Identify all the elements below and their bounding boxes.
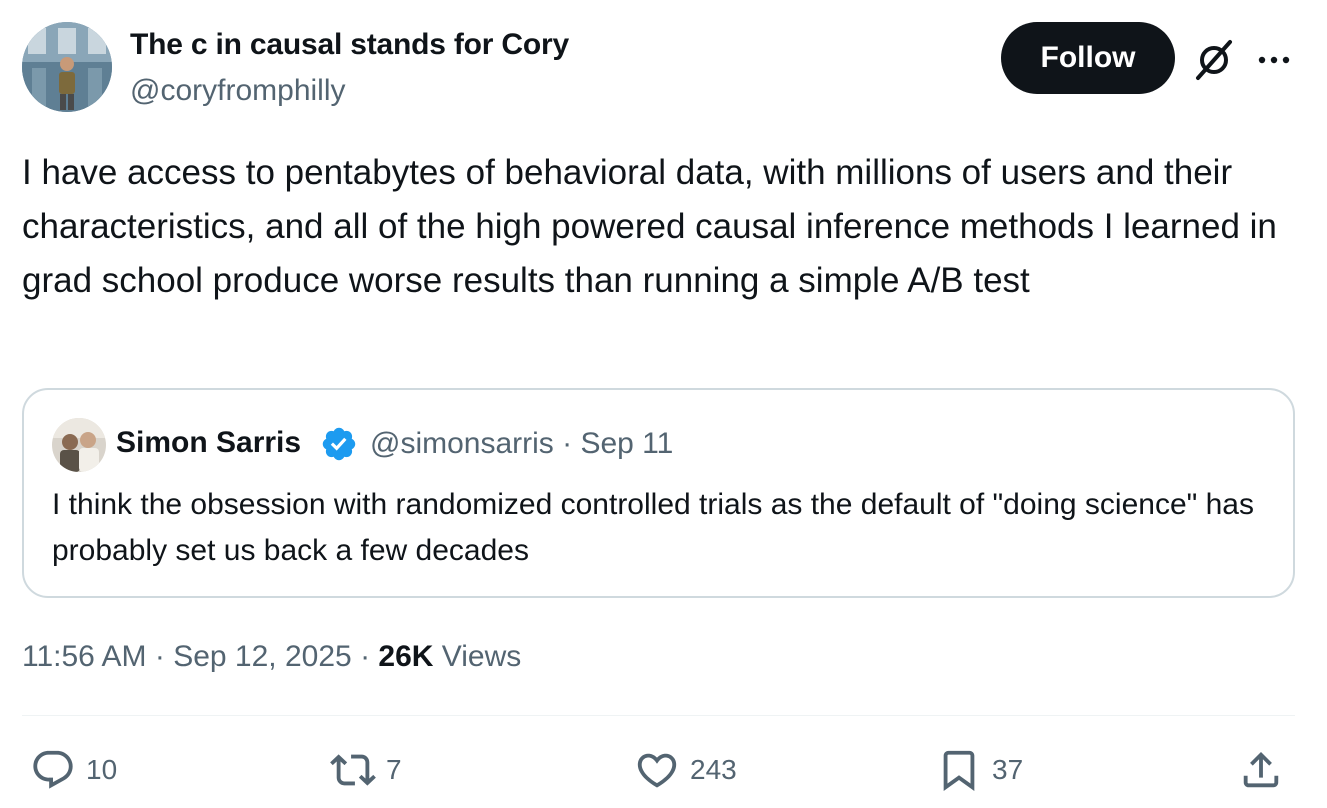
author-avatar-image [22, 22, 112, 112]
like-count: 243 [690, 754, 737, 785]
verified-badge-icon [322, 427, 356, 461]
quote-text: I think the obsession with randomized co… [52, 488, 1254, 567]
quote-author-avatar[interactable] [52, 418, 106, 472]
divider [22, 715, 1295, 716]
bookmark-count: 37 [992, 754, 1024, 785]
bookmark-button[interactable]: 37 [936, 746, 1023, 794]
repost-icon [330, 754, 376, 786]
quote-handle-date[interactable]: @simonsarris · Sep 11 [370, 427, 673, 461]
reply-count: 10 [86, 754, 118, 785]
meta-separator: · [360, 640, 371, 673]
author-avatar[interactable] [22, 22, 112, 112]
reply-button[interactable]: 10 [30, 746, 117, 794]
views-label: Views [441, 640, 522, 673]
repost-button[interactable]: 7 [330, 746, 402, 794]
tweet-meta: 11:56 AM · Sep 12, 2025 · 26K Views [22, 640, 521, 674]
share-icon [1243, 751, 1279, 788]
quote-avatar-image [52, 418, 106, 472]
more-icon[interactable] [1254, 40, 1294, 80]
tweet-time[interactable]: 11:56 AM [22, 640, 147, 673]
tweet-text: I have access to pentabytes of behaviora… [22, 153, 1277, 300]
author-handle[interactable]: @coryfromphilly [130, 74, 346, 108]
meta-separator: · [154, 640, 165, 673]
bookmark-icon [943, 750, 975, 791]
quote-author-name[interactable]: Simon Sarris [116, 426, 301, 460]
heart-icon [637, 753, 677, 788]
author-name[interactable]: The c in causal stands for Cory [130, 28, 569, 62]
views-count: 26K [378, 640, 434, 673]
tweet-header: The c in causal stands for Cory @coryfro… [22, 22, 1302, 114]
follow-button[interactable]: Follow [1001, 22, 1175, 94]
quoted-tweet[interactable]: Simon Sarris @simonsarris · Sep 11 I thi… [22, 388, 1295, 598]
tweet-date[interactable]: Sep 12, 2025 [173, 640, 352, 673]
like-button[interactable]: 243 [634, 746, 737, 794]
share-button[interactable] [1238, 746, 1284, 794]
reply-icon [33, 750, 73, 789]
repost-count: 7 [386, 754, 402, 785]
grok-icon[interactable] [1192, 38, 1236, 82]
